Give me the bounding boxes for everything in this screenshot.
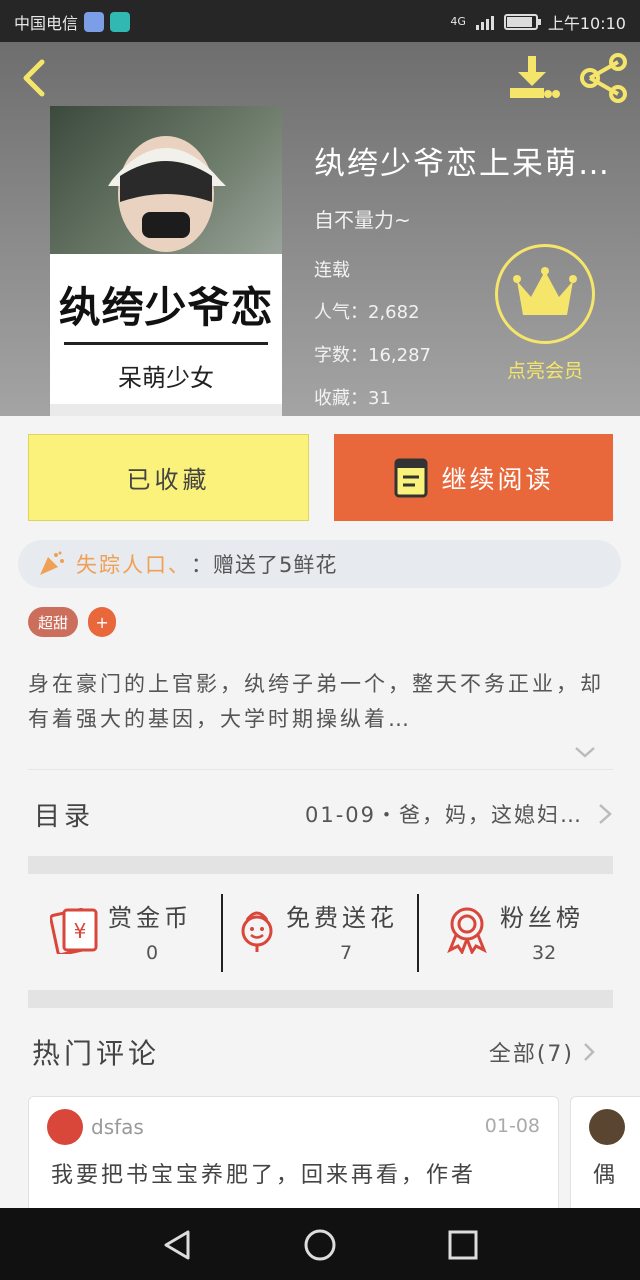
word-count-value: 16,287 [368,345,431,366]
avatar [47,1109,83,1145]
all-comments-label: 全部(7) [488,1042,574,1067]
avatar [589,1109,625,1145]
favorites-row: 收藏：31 [314,384,391,410]
crown-icon [513,267,577,315]
synopsis: 身在豪门的上官影，纨绔子弟一个，整天不务正业，却有着强大的基因，大学时期操纵着… [28,672,604,731]
popularity-row: 人气：2,682 [314,298,420,324]
download-button[interactable] [506,54,560,102]
gift-user: 失踪人口、 [76,553,191,577]
nav-recents-button[interactable] [440,1222,486,1268]
svg-text:¥: ¥ [74,919,87,943]
status-bar: 中国电信 4G 上午10:10 [0,0,640,42]
battery-icon [503,14,541,30]
favorited-label: 已收藏 [126,466,211,494]
favorited-button[interactable]: 已收藏 [28,434,309,521]
free-flower-button[interactable]: 免费送花 7 [224,874,416,990]
toc-label: 目录 [34,801,95,832]
baidu-app-icon [84,12,105,32]
comment-date: 01-08 [484,1115,540,1137]
book-header: 纨绔少爷恋 呆萌少女 纨绔少爷恋上呆萌… 自不量力~ 连载 人气：2,682 字… [0,42,640,416]
circle-home-icon [304,1229,336,1261]
cover-photo [50,106,282,254]
popularity-label: 人气： [314,302,368,323]
tag-chip[interactable]: 超甜 [28,607,79,637]
reward-coins-button[interactable]: ¥ 赏金币 0 [28,874,220,990]
stat-label: 免费送花 [286,904,398,932]
book-author[interactable]: 自不量力~ [314,204,411,233]
book-title: 纨绔少爷恋上呆萌… [314,146,611,182]
chevron-left-icon [23,59,45,97]
share-button[interactable] [578,52,630,104]
vip-button[interactable]: 点亮会员 [490,244,600,394]
hot-comments-title: 热门评论 [32,1037,161,1070]
reader-app-icon [110,12,131,32]
add-tag-button[interactable]: + [88,607,117,637]
latest-chapter: 01-09・爸，妈，这媳妇… [304,803,583,827]
chevron-down-icon [575,747,595,758]
gift-notice: 失踪人口、 ：赠送了5鲜花 [18,540,621,588]
table-of-contents-row[interactable]: 目录 01-09・爸，妈，这媳妇… [28,772,613,856]
continue-reading-label: 继续阅读 [441,464,554,494]
favorites-label: 收藏： [314,388,368,409]
clock: 上午10:10 [547,14,626,33]
stat-value: 7 [340,942,353,964]
word-count-row: 字数：16,287 [314,341,431,367]
favorites-value: 31 [368,388,391,409]
share-icon [580,53,627,103]
book-icon [394,458,428,497]
triangle-back-icon [164,1230,190,1260]
gift-text: ：赠送了5鲜花 [191,553,338,577]
red-envelope-icon: ¥ [50,907,98,954]
stats-row: ¥ 赏金币 0 免费送花 7 粉丝榜 32 [28,874,613,990]
nav-back-button[interactable] [154,1222,200,1268]
chevron-right-icon [584,1043,595,1061]
comment-text: 我要把书宝宝养肥了，回来再看，作者 [51,1163,477,1188]
book-status: 连载 [314,260,350,281]
chevron-right-icon [599,804,612,824]
signal-icon [475,14,494,30]
cover-portrait-image [108,136,226,252]
system-nav-bar [0,1208,640,1280]
all-comments-link[interactable]: 全部(7) [489,1036,596,1068]
continue-reading-button[interactable]: 继续阅读 [334,434,613,521]
download-icon [510,56,560,98]
tag-list: 超甜 + [28,607,117,637]
stat-value: 32 [532,942,557,964]
rank-medal-icon [447,907,487,954]
fan-ranking-button[interactable]: 粉丝榜 32 [420,874,613,990]
flower-icon [241,911,273,952]
network-type: 4G [450,15,466,28]
popularity-value: 2,682 [368,302,420,323]
expand-synopsis-button[interactable] [572,742,598,762]
party-popper-icon [40,551,64,575]
cover-author: 呆萌少女 [118,364,214,392]
cover-title: 纨绔少爷恋 [58,283,274,332]
nav-home-button[interactable] [297,1222,343,1268]
stat-label: 粉丝榜 [500,904,584,932]
stat-label: 赏金币 [108,904,192,932]
comment-text: 偶 [593,1163,616,1188]
vip-label: 点亮会员 [506,360,583,382]
word-count-label: 字数： [314,345,368,366]
square-recents-icon [448,1230,478,1260]
carrier-label: 中国电信 [14,14,79,33]
comment-user: dsfas [91,1115,144,1139]
back-button[interactable] [14,56,58,100]
book-cover: 纨绔少爷恋 呆萌少女 [50,106,282,416]
stat-value: 0 [146,942,159,964]
